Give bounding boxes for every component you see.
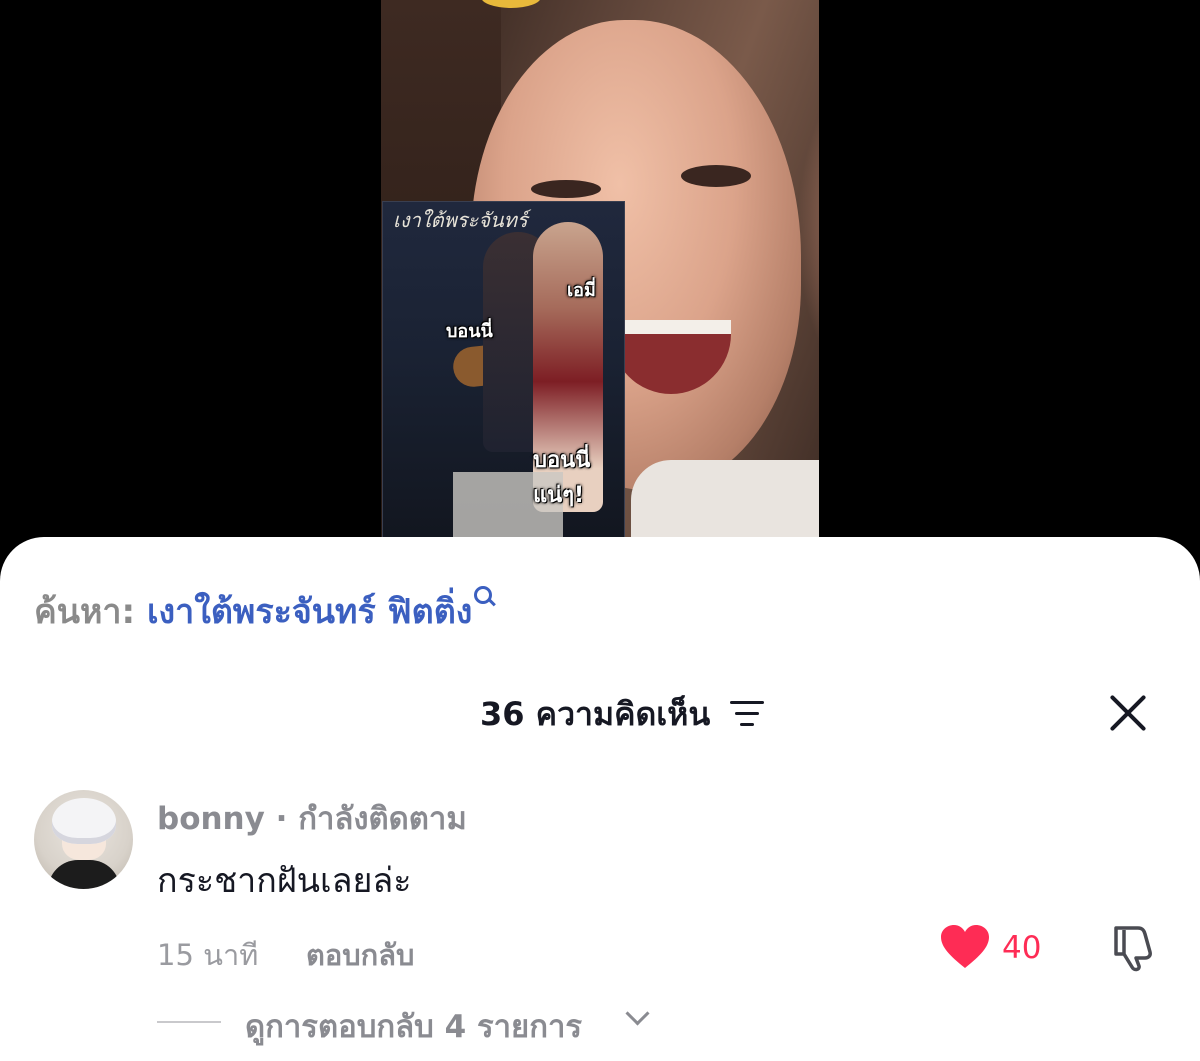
view-replies-label[interactable]: ดูการตอบกลับ 4 รายการ: [245, 1001, 582, 1051]
comment-item: bonny · กำลังติดตาม กระชากฝันเลยล่ะ 15 น…: [0, 787, 1200, 1061]
search-prefix: ค้นหา:: [34, 592, 136, 632]
book-cover-overlay: เงาใต้พระจันทร์ เอมี่ บอนนี่ บอนนี่แน่ๆ!: [382, 201, 625, 542]
like-count: 40: [1002, 930, 1042, 966]
book-cover-title: เงาใต้พระจันทร์: [393, 208, 528, 232]
search-suggestion[interactable]: ค้นหา: เงาใต้พระจันทร์ ฟิตติ่ง: [34, 584, 497, 638]
video-caption: บอนนี่แน่ๆ!: [533, 448, 591, 508]
avatar[interactable]: [34, 790, 133, 889]
comment-timestamp: 15 นาที: [157, 938, 259, 972]
following-label: · กำลังติดตาม: [275, 801, 467, 837]
comments-sheet: ค้นหา: เงาใต้พระจันทร์ ฟิตติ่ง 36 ความคิ…: [0, 537, 1200, 1061]
comment-username[interactable]: bonny: [157, 801, 265, 837]
heart-icon[interactable]: [940, 924, 990, 970]
sort-filter-icon[interactable]: [730, 701, 764, 727]
comment-username-row[interactable]: bonny · กำลังติดตาม: [157, 793, 467, 843]
replies-divider: [157, 1021, 221, 1023]
dislike-icon[interactable]: [1108, 922, 1158, 972]
search-query-link[interactable]: เงาใต้พระจันทร์ ฟิตติ่ง: [147, 592, 472, 632]
comment-count: 36 ความคิดเห็น: [480, 695, 711, 733]
video-player[interactable]: เงาใต้พระจันทร์ เอมี่ บอนนี่ บอนนี่แน่ๆ!: [0, 0, 1200, 560]
reply-button[interactable]: ตอบกลับ: [306, 932, 414, 978]
close-icon[interactable]: [1108, 693, 1148, 733]
comments-header: 36 ความคิดเห็น: [0, 689, 1200, 737]
video-eye-left: [531, 180, 601, 198]
like-button[interactable]: 40: [940, 924, 1060, 972]
comment-text: กระชากฝันเลยล่ะ: [157, 861, 412, 901]
video-eye-right: [681, 165, 751, 187]
video-label-amy: เอมี่: [567, 280, 596, 301]
video-label-bonnie: บอนนี่: [446, 321, 493, 342]
search-icon[interactable]: [474, 586, 497, 608]
chevron-down-icon[interactable]: [625, 1001, 650, 1026]
